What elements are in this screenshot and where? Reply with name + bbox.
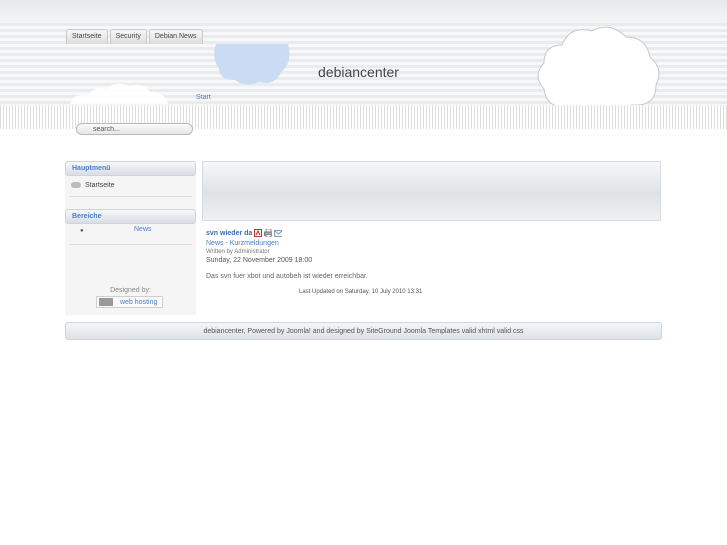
article-author: Written by Administrator	[206, 249, 270, 255]
article-body: Das svn fuer xbot und autobeh ist wieder…	[206, 273, 368, 280]
siteground-logo-icon	[99, 298, 113, 306]
tab-startseite[interactable]: Startseite	[66, 29, 108, 44]
areas-heading: Bereiche	[65, 209, 196, 224]
bullet-icon: ●	[80, 228, 84, 234]
white-cloud-icon	[537, 26, 660, 115]
designed-by-label: Designed by:	[110, 287, 151, 294]
top-bar	[0, 0, 727, 23]
article-date: Sunday, 22 November 2009 18:00	[206, 257, 313, 264]
blue-cloud-icon	[214, 44, 290, 85]
article-category[interactable]: News - Kurzmeldungen	[206, 240, 656, 247]
main-menu-heading: Hauptmenü	[65, 161, 196, 176]
article-title-row: svn wieder da	[206, 227, 656, 239]
top-navigation: Startseite Security Debian News	[66, 29, 203, 44]
print-icon[interactable]	[264, 229, 273, 237]
news-link[interactable]: News	[134, 226, 152, 233]
article-last-updated: Last Updated on Saturday, 10 July 2010 1…	[299, 289, 423, 295]
article: svn wieder da News - Kurzmeldungen Writt…	[206, 227, 656, 295]
divider	[69, 196, 192, 197]
search-input[interactable]	[76, 123, 193, 135]
sidebar-item-news: ● News	[65, 224, 196, 242]
site-title: debiancenter	[318, 64, 399, 80]
web-hosting-link[interactable]: web hosting	[115, 299, 162, 306]
breadcrumb-start[interactable]: Start	[196, 94, 211, 101]
sidebar-item-startseite[interactable]: Startseite	[65, 176, 196, 194]
pdf-icon[interactable]	[254, 229, 263, 237]
content-banner	[202, 161, 661, 221]
small-cloud-icon	[70, 83, 168, 104]
divider	[69, 244, 192, 245]
web-hosting-badge[interactable]: web hosting	[96, 296, 164, 308]
cloud-bullet-icon	[71, 182, 81, 188]
tab-security[interactable]: Security	[109, 29, 147, 44]
article-title[interactable]: svn wieder da	[206, 230, 252, 237]
footer: debiancenter, Powered by Joomla! and des…	[65, 322, 662, 340]
tab-debian-news[interactable]: Debian News	[148, 29, 203, 44]
email-icon[interactable]	[274, 229, 283, 237]
sidebar: Hauptmenü Startseite Bereiche ● News Des…	[65, 161, 196, 315]
sidebar-item-label: Startseite	[85, 181, 115, 189]
